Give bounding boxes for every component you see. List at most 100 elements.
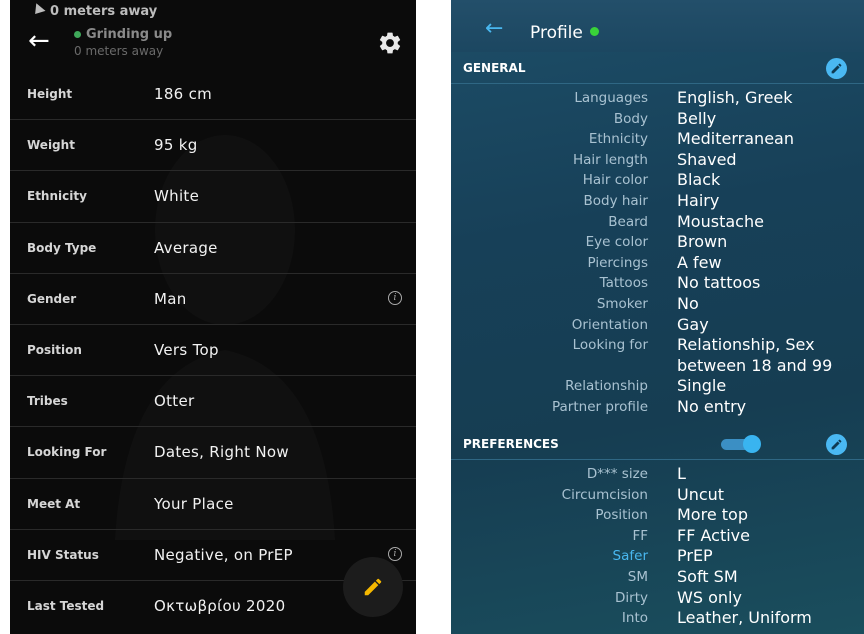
detail-value: Moustache bbox=[677, 211, 764, 231]
section-title: PREFERENCES bbox=[463, 437, 559, 451]
detail-row: Beard Moustache bbox=[451, 212, 864, 233]
detail-label: Languages bbox=[574, 90, 648, 106]
detail-value: Soft SM bbox=[677, 566, 738, 586]
detail-value: Average bbox=[154, 238, 218, 257]
detail-value: No entry bbox=[677, 396, 747, 416]
general-details-list: Languages English, Greek Body Belly Ethnicit… bbox=[451, 88, 864, 418]
detail-value: Οκτωβρίου 2020 bbox=[154, 596, 286, 615]
detail-value: Belly bbox=[677, 108, 717, 128]
detail-label: Tribes bbox=[27, 394, 68, 409]
detail-row: Eye color Brown bbox=[451, 232, 864, 253]
detail-label: SM bbox=[627, 568, 648, 585]
detail-label: HIV Status bbox=[27, 547, 99, 562]
right-profile-panel: ← Profile GENERAL Languages English, Gree… bbox=[451, 0, 864, 634]
detail-row: Relationship Single bbox=[451, 376, 864, 397]
preferences-details-list: D*** size L Circumcision Uncut Position More … bbox=[451, 464, 864, 629]
location-arrow-icon bbox=[30, 3, 46, 18]
detail-row: Partner profile No entry bbox=[451, 397, 864, 418]
detail-label: Ethnicity bbox=[27, 189, 87, 204]
back-button[interactable]: ← bbox=[485, 18, 503, 40]
detail-value: Man bbox=[154, 289, 187, 308]
detail-value: PrEP bbox=[677, 546, 713, 566]
back-button[interactable]: ← bbox=[28, 28, 50, 54]
toggle-knob bbox=[743, 435, 761, 453]
distance-subtext: 0 meters away bbox=[74, 44, 164, 58]
detail-row: Smoker No bbox=[451, 294, 864, 315]
profile-header: ← Profile bbox=[451, 0, 864, 52]
detail-row: Looking For Dates, Right Now bbox=[10, 427, 416, 479]
detail-value: 186 cm bbox=[154, 85, 213, 103]
distance-text: 0 meters away bbox=[50, 4, 158, 19]
detail-row: Circumcision Uncut bbox=[451, 485, 864, 506]
detail-value: FF Active bbox=[677, 525, 750, 545]
detail-value: Uncut bbox=[677, 484, 725, 504]
detail-value: Relationship, Sex between 18 and 99 bbox=[677, 335, 833, 375]
edit-fab-button[interactable] bbox=[343, 557, 403, 617]
detail-value: Leather, Uniform bbox=[677, 608, 812, 628]
detail-row: Body Type Average bbox=[10, 223, 416, 274]
edit-general-button[interactable] bbox=[826, 58, 847, 79]
detail-row: Height 186 cm bbox=[10, 69, 416, 121]
detail-label: Partner profile bbox=[552, 398, 648, 415]
detail-value: Your Place bbox=[154, 494, 234, 513]
detail-label: Piercings bbox=[587, 254, 649, 271]
detail-row: SM Soft SM bbox=[451, 567, 864, 588]
detail-row: Ethnicity White bbox=[10, 171, 416, 223]
detail-row: Body Belly bbox=[451, 109, 864, 130]
settings-button[interactable] bbox=[377, 30, 403, 60]
detail-value: A few bbox=[677, 252, 722, 272]
detail-value: Shaved bbox=[677, 149, 737, 169]
detail-value: English, Greek bbox=[677, 88, 793, 107]
detail-row: Hair color Black bbox=[451, 170, 864, 191]
detail-row: Gender Man i bbox=[10, 274, 416, 325]
detail-label: Dirty bbox=[615, 589, 648, 606]
detail-label: Meet At bbox=[27, 496, 81, 511]
detail-value: Vers Top bbox=[154, 340, 219, 359]
info-icon[interactable]: i bbox=[388, 290, 402, 305]
general-section-header: GENERAL bbox=[451, 52, 864, 84]
back-arrow-icon: ← bbox=[28, 26, 50, 56]
detail-row: Tattoos No tattoos bbox=[451, 273, 864, 294]
detail-label: Weight bbox=[27, 138, 75, 153]
preferences-visibility-toggle[interactable] bbox=[721, 435, 761, 453]
detail-row: Piercings A few bbox=[451, 253, 864, 274]
edit-preferences-button[interactable] bbox=[826, 434, 847, 455]
pencil-icon bbox=[831, 63, 842, 74]
detail-label: Hair length bbox=[572, 151, 648, 168]
detail-value: Single bbox=[677, 376, 727, 396]
detail-label: Relationship bbox=[565, 378, 648, 395]
detail-value: White bbox=[154, 187, 200, 206]
detail-value: 95 kg bbox=[154, 136, 198, 155]
page-title: Profile bbox=[530, 23, 599, 43]
detail-row: Weight 95 kg bbox=[10, 120, 416, 172]
left-profile-panel: 0 meters away ← Grinding up 0 meters awa… bbox=[10, 0, 416, 634]
distance-status: 0 meters away bbox=[30, 3, 158, 19]
detail-row: Position Vers Top bbox=[10, 325, 416, 377]
detail-label: Height bbox=[27, 87, 73, 101]
detail-label: Position bbox=[595, 507, 648, 524]
detail-row: Tribes Otter bbox=[10, 376, 416, 428]
detail-label: Body Type bbox=[27, 240, 97, 255]
detail-row: Hair length Shaved bbox=[451, 150, 864, 171]
detail-value: Mediterranean bbox=[677, 129, 794, 149]
detail-row: Languages English, Greek bbox=[451, 88, 864, 109]
section-title: GENERAL bbox=[463, 61, 526, 75]
preferences-section-header: PREFERENCES bbox=[451, 428, 864, 460]
detail-label: D*** size bbox=[586, 466, 648, 482]
detail-value: L bbox=[677, 464, 686, 483]
detail-row: FF FF Active bbox=[451, 526, 864, 547]
detail-label: Body bbox=[613, 110, 648, 127]
detail-value: Dates, Right Now bbox=[154, 443, 289, 462]
detail-label: Last Tested bbox=[27, 598, 105, 613]
detail-value: No tattoos bbox=[677, 273, 761, 293]
info-icon[interactable]: i bbox=[388, 546, 402, 561]
detail-label: Beard bbox=[608, 213, 648, 230]
detail-row: Into Leather, Uniform bbox=[451, 608, 864, 629]
detail-label: Gender bbox=[27, 291, 77, 306]
detail-row: Ethnicity Mediterranean bbox=[451, 129, 864, 150]
detail-value: Negative, on PrEP bbox=[154, 545, 293, 564]
detail-label: Body hair bbox=[583, 192, 648, 209]
detail-value: Otter bbox=[154, 392, 195, 411]
detail-label: Looking For bbox=[27, 445, 107, 460]
page-title-text: Profile bbox=[530, 23, 583, 43]
